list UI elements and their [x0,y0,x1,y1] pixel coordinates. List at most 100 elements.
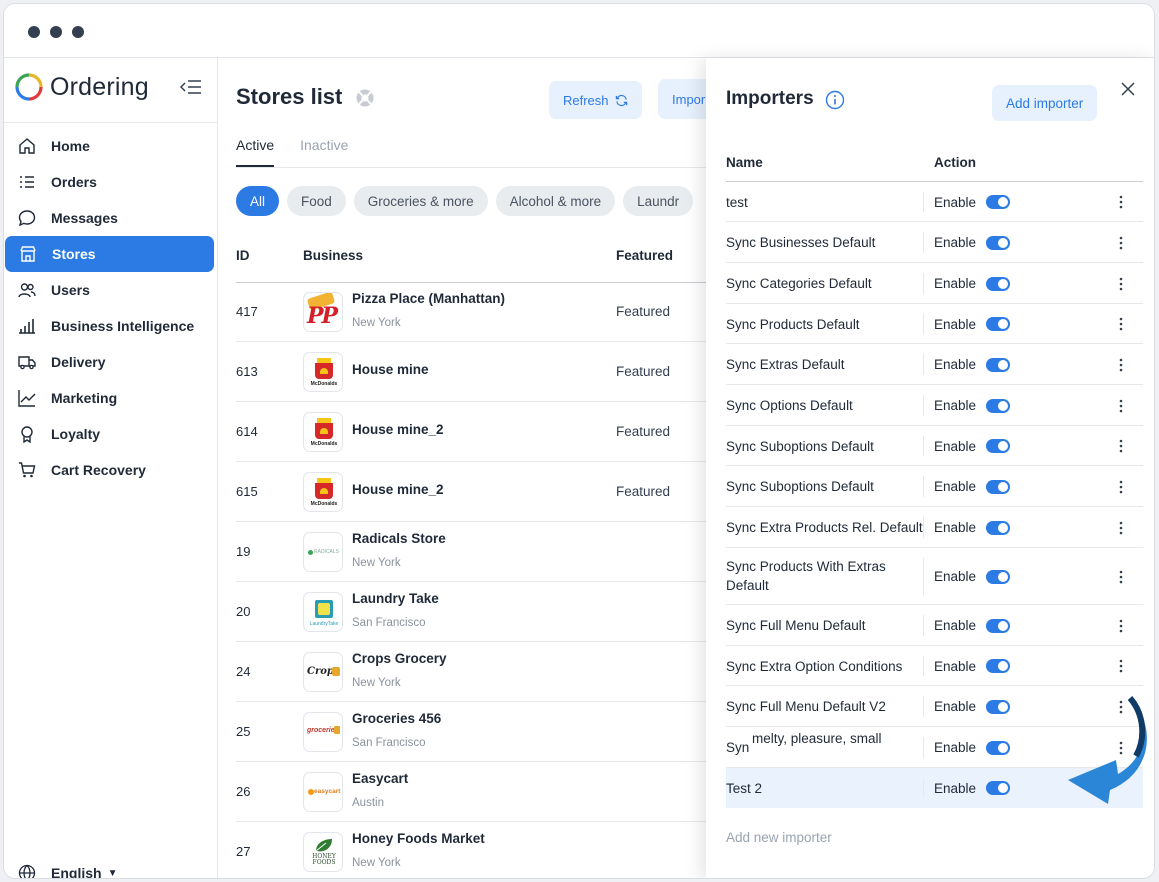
window-control-dot[interactable] [28,26,40,38]
chip-groceries[interactable]: Groceries & more [353,186,488,216]
importer-row[interactable]: Sync Products Default Enable [726,304,1143,344]
enable-toggle[interactable] [986,276,1011,291]
enable-toggle-control[interactable]: Enable [934,396,1011,415]
enable-toggle-control[interactable]: Enable [934,233,1011,252]
importer-row[interactable]: Sync Categories Default Enable [726,263,1143,304]
more-options-icon[interactable] [1119,570,1123,584]
more-options-icon[interactable] [1119,521,1123,535]
table-row[interactable]: 417 PP Pizza Place (Manhattan) New York … [236,282,738,342]
info-icon[interactable] [825,90,845,110]
enable-toggle-control[interactable]: Enable [934,567,1011,586]
enable-toggle[interactable] [986,699,1011,714]
more-options-icon[interactable] [1119,619,1123,633]
window-control-dot[interactable] [72,26,84,38]
sidebar-item-home[interactable]: Home [4,128,218,164]
enable-toggle[interactable] [986,235,1011,250]
tab-active[interactable]: Active [236,137,275,167]
enable-toggle-control[interactable]: Enable [934,193,1011,212]
more-options-icon[interactable] [1119,480,1123,494]
more-options-icon[interactable] [1119,358,1123,372]
sidebar-item-messages[interactable]: Messages [4,200,218,236]
enable-toggle[interactable] [986,195,1011,209]
enable-toggle-control[interactable]: Enable [934,437,1011,456]
sidebar-item-orders[interactable]: Orders [4,164,218,200]
language-selector[interactable]: English ▼ [18,864,117,878]
enable-toggle[interactable] [986,618,1011,633]
importer-row[interactable]: Sync Businesses Default Enable [726,222,1143,263]
autocomplete-suggestion[interactable]: melty, pleasure, small [752,731,882,746]
help-lifebuoy-icon[interactable] [355,88,375,108]
enable-toggle-control[interactable]: Enable [934,355,1011,374]
more-options-icon[interactable] [1119,659,1123,673]
chip-laundry[interactable]: Laundr [623,186,694,216]
table-row[interactable]: 26 easycart Easycart Austin [236,762,738,822]
add-new-importer-link[interactable]: Add new importer [726,830,832,845]
enable-toggle-control[interactable]: Enable [934,738,1011,757]
brand[interactable]: Ordering [14,70,149,104]
collapse-sidebar-icon[interactable] [180,78,202,96]
chip-food[interactable]: Food [287,186,346,216]
chip-all[interactable]: All [236,186,280,216]
more-options-icon[interactable] [1119,399,1123,413]
store-city: New York [352,857,401,869]
importer-row[interactable]: Sync Options Default Enable [726,385,1143,426]
enable-toggle-control[interactable]: Enable [934,315,1011,334]
importer-row[interactable]: Sync Full Menu Default Enable [726,605,1143,646]
enable-toggle[interactable] [986,479,1011,494]
enable-toggle-control[interactable]: Enable [934,518,1011,537]
store-id: 25 [236,724,251,739]
chip-alcohol[interactable]: Alcohol & more [495,186,616,216]
importer-row[interactable]: Sync Products With Extras Default Enable [726,548,1143,605]
importer-row[interactable]: Sync Suboptions Default Enable [726,426,1143,466]
table-row[interactable]: 24 Crops Crops Grocery New York [236,642,738,702]
enable-toggle-control[interactable]: Enable [934,616,1011,635]
table-row[interactable]: 20 LaundryTake Laundry Take San Francisc… [236,582,738,642]
sidebar-item-marketing[interactable]: Marketing [4,380,218,416]
enable-label: Enable [934,569,977,584]
more-options-icon[interactable] [1119,236,1123,250]
refresh-button[interactable]: Refresh [549,81,642,119]
importer-row[interactable]: Sync Extra Products Rel. Default Enable [726,507,1143,548]
enable-toggle-control[interactable]: Enable [934,274,1011,293]
enable-toggle[interactable] [986,439,1011,453]
importer-name: Sync Businesses Default [726,235,876,250]
close-icon[interactable] [1119,80,1137,98]
enable-toggle[interactable] [986,520,1011,535]
table-row[interactable]: 25 groceries Groceries 456 San Francisco [236,702,738,762]
sidebar-item-business-intelligence[interactable]: Business Intelligence [4,308,218,344]
enable-toggle[interactable] [986,317,1011,331]
column-separator [923,314,924,334]
sidebar-item-cart-recovery[interactable]: Cart Recovery [4,452,218,488]
enable-toggle[interactable] [986,569,1011,584]
sidebar-item-loyalty[interactable]: Loyalty [4,416,218,452]
enable-toggle[interactable] [986,398,1011,413]
table-row[interactable]: 614 McDonalds House mine_2 Featured [236,402,738,462]
enable-toggle[interactable] [986,659,1011,673]
add-importer-button[interactable]: Add importer [992,85,1098,121]
importer-row[interactable]: Sync Suboptions Default Enable [726,466,1143,507]
more-options-icon[interactable] [1119,277,1123,291]
table-row[interactable]: 19 RADICALS Radicals Store New York [236,522,738,582]
more-options-icon[interactable] [1119,195,1123,209]
importer-row[interactable]: test Enable [726,182,1143,222]
table-row[interactable]: 613 McDonalds House mine Featured [236,342,738,402]
enable-toggle[interactable] [986,357,1011,372]
enable-toggle-control[interactable]: Enable [934,477,1011,496]
more-options-icon[interactable] [1119,439,1123,453]
sidebar-item-delivery[interactable]: Delivery [4,344,218,380]
table-row[interactable]: 27 HONEY FOODS Honey Foods Market New Yo… [236,822,738,878]
enable-toggle-control[interactable]: Enable [934,779,1011,798]
sidebar-item-users[interactable]: Users [4,272,218,308]
importer-row[interactable]: Sync Extras Default Enable [726,344,1143,385]
tab-inactive[interactable]: Inactive [300,137,348,167]
window-control-dot[interactable] [50,26,62,38]
enable-toggle[interactable] [986,740,1011,755]
enable-toggle-control[interactable]: Enable [934,657,1011,676]
enable-toggle[interactable] [986,781,1011,795]
sidebar-item-label: Stores [52,246,96,262]
importer-row[interactable]: Sync Extra Option Conditions Enable [726,646,1143,686]
enable-toggle-control[interactable]: Enable [934,697,1011,716]
more-options-icon[interactable] [1119,317,1123,331]
sidebar-item-stores[interactable]: Stores [5,236,214,272]
table-row[interactable]: 615 McDonalds House mine_2 Featured [236,462,738,522]
